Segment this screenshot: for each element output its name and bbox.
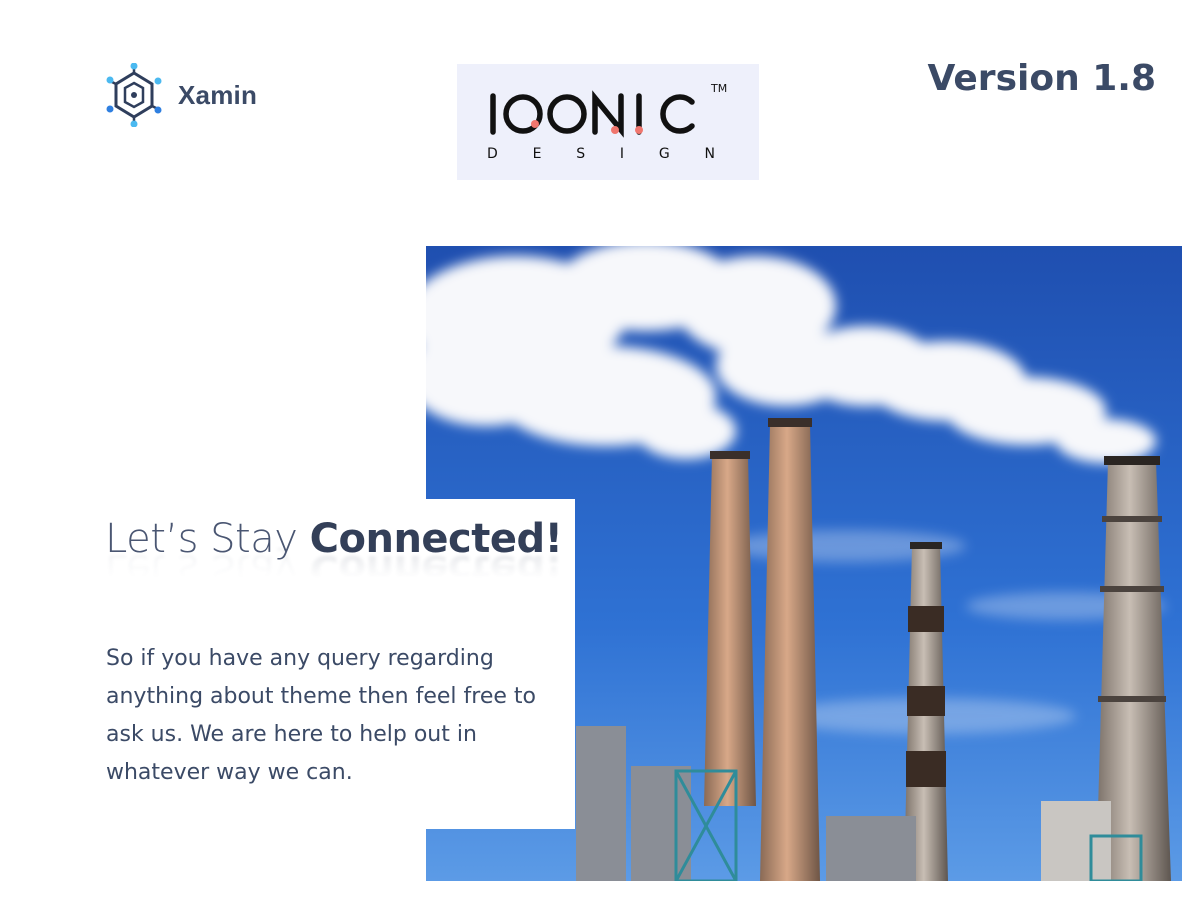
brand-name: Xamin bbox=[178, 79, 258, 110]
hexagon-network-icon bbox=[106, 63, 162, 127]
logo-letter: E bbox=[532, 146, 542, 162]
headline-reflection: Let’s Stay Connected! bbox=[105, 546, 562, 592]
headline-reflection-bold: Connected! bbox=[309, 546, 563, 592]
headline-reflection-light: Let’s Stay bbox=[105, 546, 310, 592]
logo-letter: S bbox=[576, 146, 586, 162]
version-label: Version 1.8 bbox=[927, 58, 1157, 99]
logo-letter: D bbox=[487, 146, 498, 162]
headline: Let’s Stay Connected! Let’s Stay Connect… bbox=[105, 516, 605, 596]
brand-logo: Xamin bbox=[106, 63, 257, 127]
iqonic-design-logo: TM D E S I G N bbox=[457, 64, 759, 180]
logo-letter: N bbox=[704, 146, 715, 162]
logo-letter: I bbox=[619, 146, 625, 162]
logo-wordmark bbox=[490, 90, 695, 138]
trademark-mark: TM bbox=[711, 82, 728, 95]
logo-letter: G bbox=[658, 146, 670, 162]
contact-description: So if you have any query regarding anyth… bbox=[106, 646, 536, 785]
logo-subtitle: D E S I G N bbox=[487, 146, 715, 162]
